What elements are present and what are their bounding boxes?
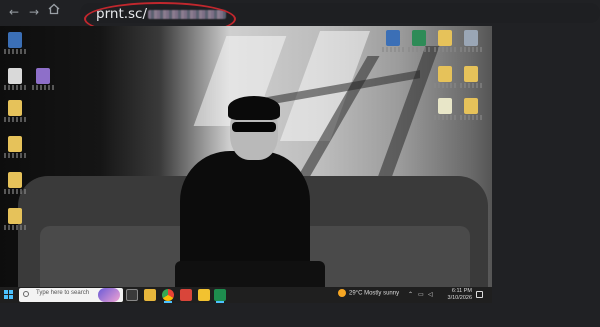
desktop-icon[interactable] [434, 30, 456, 52]
desktop-icon[interactable] [382, 30, 404, 52]
desktop-icon[interactable] [434, 66, 456, 88]
widget-planet-icon[interactable] [98, 288, 120, 302]
weather-widget[interactable]: 29°C Mostly sunny [338, 289, 399, 301]
desktop-icon[interactable] [460, 98, 482, 120]
browser-bottom-background [0, 303, 600, 327]
task-view-icon[interactable] [126, 289, 138, 301]
sun-icon [338, 289, 346, 297]
desktop-icon[interactable] [4, 208, 26, 230]
home-icon[interactable] [46, 3, 62, 19]
desktop-icon[interactable] [460, 66, 482, 88]
desktop-icon[interactable] [408, 30, 430, 52]
desktop-icon[interactable] [4, 100, 26, 122]
tray-up-arrow-icon[interactable]: ⌃ [408, 291, 413, 299]
desktop-icon[interactable] [4, 32, 26, 54]
taskbar: Type here to search 29°C Mostly sunny ⌃ … [0, 287, 492, 303]
excel-icon[interactable] [214, 289, 226, 303]
search-icon [23, 291, 29, 297]
search-placeholder: Type here to search [36, 290, 90, 296]
browser-toolbar: ← → prnt.sc/ [0, 0, 600, 36]
window-shadow-bar [374, 46, 440, 186]
weather-temp: 29°C [349, 290, 363, 297]
chrome-icon[interactable] [162, 289, 174, 303]
desktop-icon[interactable] [4, 172, 26, 194]
notification-icon[interactable] [476, 291, 483, 298]
desktop-icon[interactable] [32, 68, 54, 90]
file-explorer-icon[interactable] [144, 289, 156, 301]
app-icon[interactable] [180, 289, 192, 301]
person-legs [175, 261, 325, 287]
arrow-left-icon[interactable]: ← [6, 4, 22, 20]
person-hair [228, 96, 280, 120]
desktop-icon[interactable] [460, 30, 482, 52]
network-icon[interactable]: ▭ [418, 291, 424, 299]
clock-time: 6:11 PM [451, 288, 472, 294]
desktop-wallpaper [0, 26, 492, 287]
browser-background [492, 26, 600, 287]
volume-icon[interactable]: ◁ [428, 291, 433, 299]
desktop-icon[interactable] [434, 98, 456, 120]
windows-start-icon[interactable] [4, 290, 14, 300]
sticky-notes-icon[interactable] [198, 289, 210, 301]
system-clock[interactable]: 6:11 PM 3/10/2026 [442, 288, 472, 302]
desktop-icon[interactable] [4, 136, 26, 158]
weather-desc: Mostly sunny [364, 290, 400, 297]
desktop-icon[interactable] [4, 68, 26, 90]
sunglasses [232, 122, 276, 132]
clock-date: 3/10/2026 [447, 295, 472, 301]
arrow-right-icon[interactable]: → [26, 4, 42, 20]
